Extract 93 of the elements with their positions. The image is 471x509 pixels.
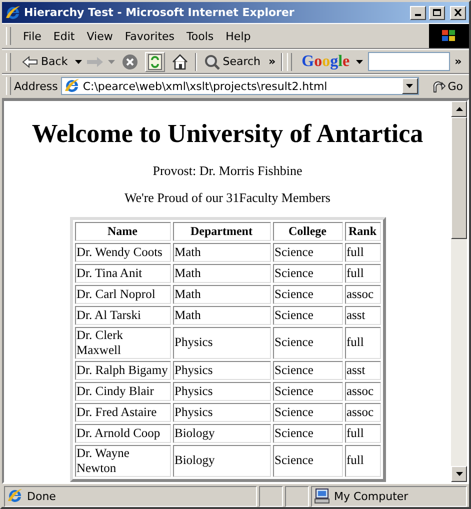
x-circle-icon xyxy=(122,54,138,70)
caret-icon xyxy=(406,84,414,88)
up-arrow-icon xyxy=(456,106,462,111)
table-cell: asst xyxy=(344,360,380,380)
caret-icon xyxy=(356,60,363,64)
table-cell: Physics xyxy=(172,360,270,380)
table-cell: Dr. Al Tarski xyxy=(74,306,170,325)
house-icon xyxy=(172,54,188,70)
table-cell: Dr. Carl Noprol xyxy=(74,284,170,304)
table-cell: full xyxy=(344,326,380,359)
table-cell: Science xyxy=(272,360,342,380)
dropdown-button[interactable] xyxy=(402,78,418,94)
table-cell: Science xyxy=(272,264,342,283)
search-button[interactable]: Search xyxy=(200,52,264,72)
table-cell: Science xyxy=(272,242,342,262)
page-icon xyxy=(7,488,23,504)
table-cell: Dr. Tina Anit xyxy=(74,264,170,283)
table-cell: full xyxy=(344,444,380,477)
back-button[interactable]: Back xyxy=(19,53,71,70)
table-cell: Science xyxy=(272,402,342,422)
column-header: Name xyxy=(74,222,170,241)
computer-icon xyxy=(314,488,330,504)
window-title: Hierarchy Test - Microsoft Internet Explorer xyxy=(24,6,296,20)
column-header: Rank xyxy=(344,222,380,241)
refresh-icon xyxy=(148,54,162,70)
left-arrow-icon xyxy=(22,56,38,68)
table-cell: full xyxy=(344,264,380,283)
address-label: Address xyxy=(14,80,58,93)
search-field[interactable] xyxy=(368,52,450,72)
minimize-button[interactable] xyxy=(410,6,426,20)
table-cell: Math xyxy=(172,242,270,262)
close-button[interactable] xyxy=(450,6,466,20)
more-chevron[interactable]: » xyxy=(268,55,277,68)
menu-item[interactable]: View xyxy=(80,28,119,45)
table-cell: Dr. Fred Astaire xyxy=(74,402,170,422)
search-icon xyxy=(204,54,220,70)
table-cell: Dr. Clerk Maxwell xyxy=(74,326,170,359)
table-cell: Science xyxy=(272,306,342,325)
caret-icon xyxy=(74,60,82,64)
browser-icon xyxy=(5,4,21,21)
menu-item[interactable]: File xyxy=(17,28,48,45)
page-heading: Welcome to University of Antartica xyxy=(30,118,424,149)
menu-item[interactable]: Tools xyxy=(180,28,220,45)
table-cell: Science xyxy=(272,284,342,304)
column-header: College xyxy=(272,222,342,241)
scrollbar[interactable] xyxy=(451,100,467,482)
table-cell: Science xyxy=(272,382,342,401)
table-cell: Dr. Arnold Coop xyxy=(74,424,170,443)
maximize-button[interactable] xyxy=(429,6,445,20)
provost-text: Provost: Dr. Morris Fishbine xyxy=(152,162,304,178)
table-cell: Dr. Ralph Bigamy xyxy=(74,360,170,380)
intro-text: We're Proud of our 31Faculty Members xyxy=(123,190,332,205)
table-cell: full xyxy=(344,424,380,443)
curved-arrow-icon xyxy=(432,79,446,94)
go-button[interactable]: Go xyxy=(432,79,463,94)
page-icon xyxy=(64,78,80,94)
close-icon xyxy=(454,9,462,16)
address-field[interactable]: C:\pearce\web\xml\xslt\projects\result2.html xyxy=(60,77,419,96)
table-cell: asst xyxy=(344,306,380,325)
zone-text: My Computer xyxy=(334,490,408,503)
column-header: Department xyxy=(172,222,270,241)
table-cell: Science xyxy=(272,326,342,359)
table-cell: assoc xyxy=(344,284,380,304)
google-logo[interactable]: Google xyxy=(300,52,352,71)
table-cell: Science xyxy=(272,424,342,443)
menu-item[interactable]: Favorites xyxy=(118,28,181,45)
table-cell: Physics xyxy=(172,402,270,422)
status-panel xyxy=(285,486,309,507)
table-cell: Physics xyxy=(172,382,270,401)
status-text: Done xyxy=(27,490,56,503)
table-cell: Dr. Cindy Blair xyxy=(74,382,170,401)
menu-item[interactable]: Help xyxy=(220,28,257,45)
table-cell: assoc xyxy=(344,382,380,401)
down-arrow-icon xyxy=(456,472,462,476)
caret-icon xyxy=(108,60,115,64)
table-cell: Dr. Wendy Coots xyxy=(74,242,170,262)
table-cell: Dr. Wayne Newton xyxy=(74,444,170,477)
refresh-button[interactable] xyxy=(144,52,165,72)
table-cell: Science xyxy=(272,444,342,477)
menu-item[interactable]: Edit xyxy=(47,28,81,45)
right-arrow-icon xyxy=(86,56,104,68)
flag-icon xyxy=(442,30,456,42)
table-cell: Math xyxy=(172,306,270,325)
table-cell: full xyxy=(344,242,380,262)
table-cell: Physics xyxy=(172,326,270,359)
status-panel xyxy=(259,486,283,507)
table-cell: Biology xyxy=(172,424,270,443)
table-cell: Math xyxy=(172,264,270,283)
table-cell: Biology xyxy=(172,444,270,477)
table-cell: Math xyxy=(172,284,270,304)
more-chevron[interactable]: » xyxy=(454,55,463,68)
maximize-icon xyxy=(433,9,441,16)
table-cell: assoc xyxy=(344,402,380,422)
